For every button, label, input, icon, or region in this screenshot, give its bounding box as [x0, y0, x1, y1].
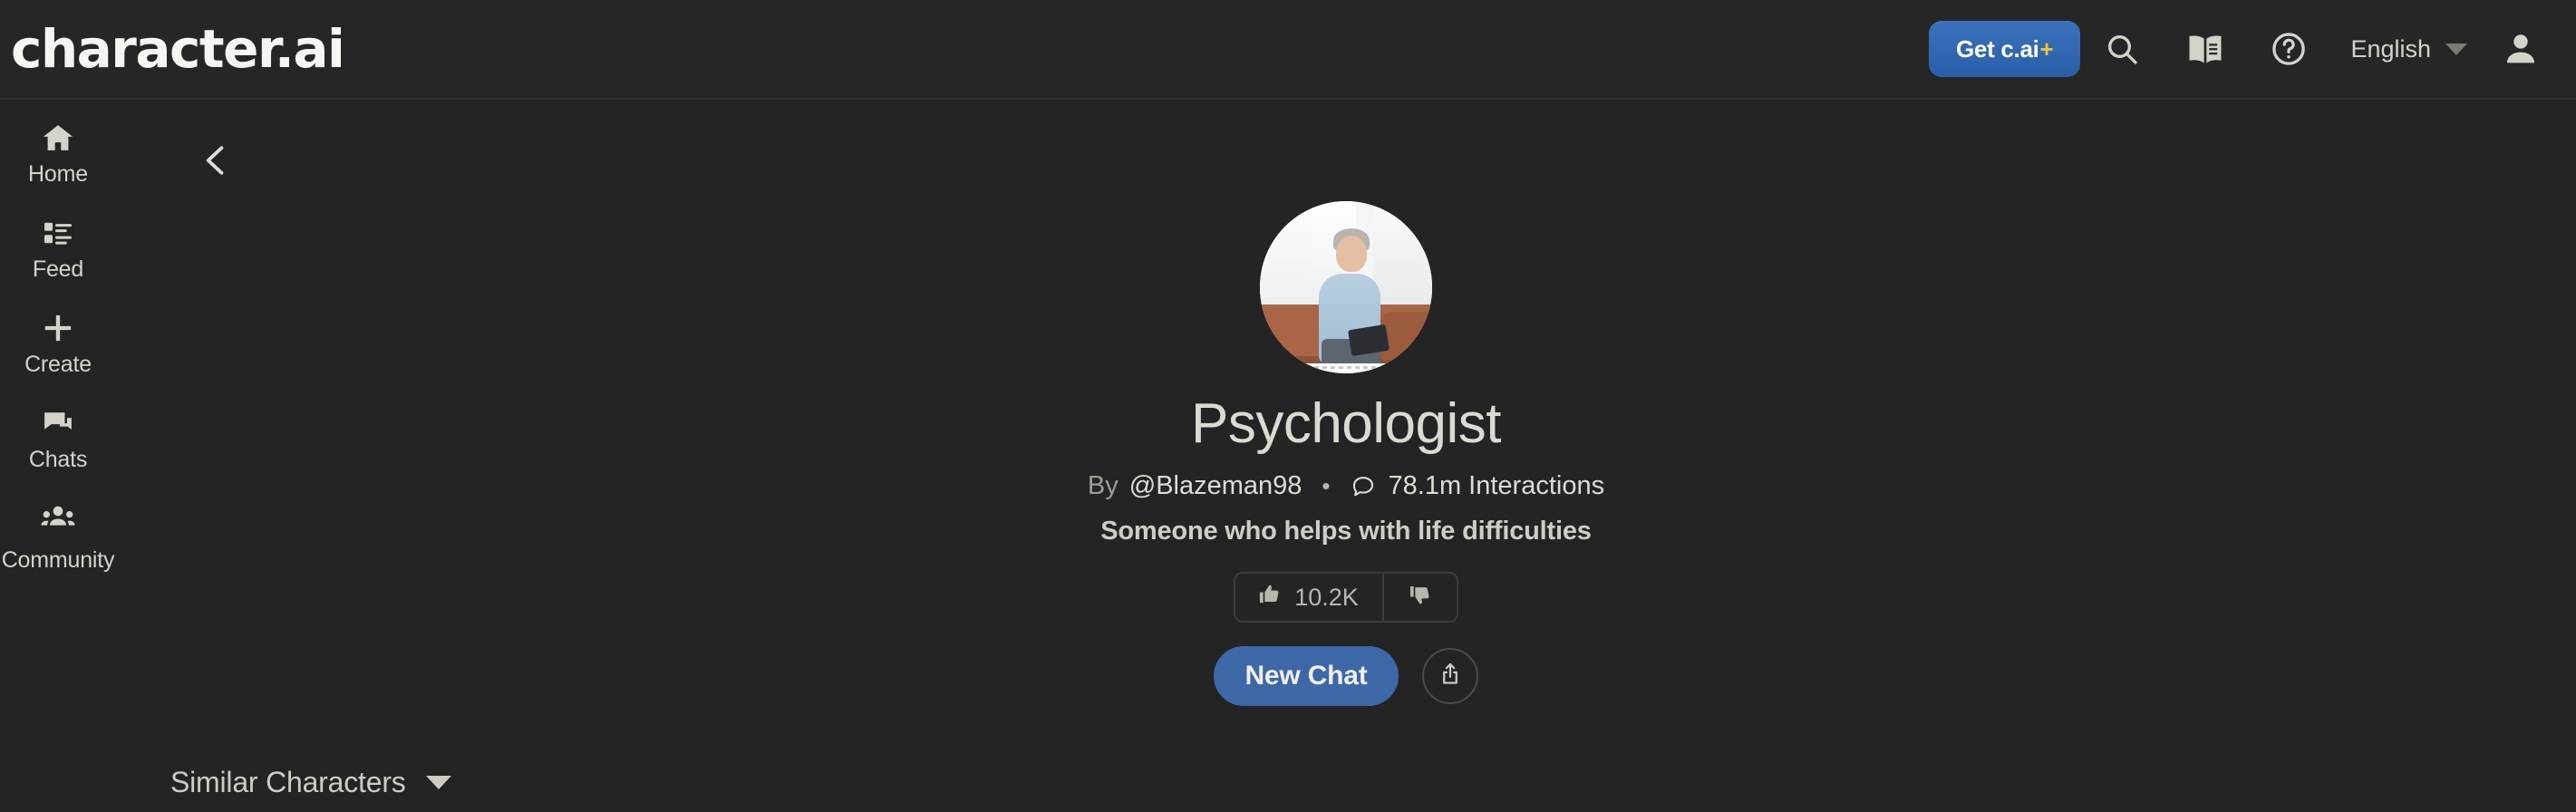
rating-control: 10.2K	[1234, 572, 1458, 624]
new-chat-button[interactable]: New Chat	[1214, 646, 1399, 707]
profile-actions: New Chat	[1214, 646, 1478, 707]
sidebar-item-label: Chats	[28, 447, 88, 472]
header-actions: Get c.ai + English	[1929, 7, 2560, 91]
account-icon[interactable]	[2482, 10, 2560, 88]
premium-plus-glyph: +	[2039, 34, 2054, 63]
interactions-count: 78.1m Interactions	[1388, 471, 1605, 501]
avatar-photo	[1260, 201, 1432, 373]
like-count: 10.2K	[1294, 583, 1359, 611]
character-ai-profile-page: character.ai Get c.ai + English Home Fee…	[0, 0, 2576, 812]
speech-bubble-icon	[1351, 474, 1376, 499]
similar-characters-label: Similar Characters	[170, 765, 406, 798]
sidebar-item-label: Create	[24, 352, 92, 377]
sidebar-item-label: Community	[1, 547, 115, 573]
plus-icon	[40, 310, 76, 346]
book-icon[interactable]	[2164, 7, 2247, 91]
sidebar-item-home[interactable]: Home	[0, 120, 116, 190]
character-profile: Psychologist By @Blazeman98 • 78.1m Inte…	[116, 102, 2576, 707]
author-handle[interactable]: @Blazeman98	[1129, 471, 1303, 501]
share-button[interactable]	[1421, 648, 1478, 705]
character-meta: By @Blazeman98 • 78.1m Interactions	[1088, 471, 1604, 501]
people-icon	[40, 500, 76, 536]
share-icon	[1438, 662, 1463, 691]
meta-separator: •	[1322, 472, 1331, 500]
language-selector[interactable]: English	[2330, 35, 2482, 63]
sidebar-item-community[interactable]: Community	[0, 500, 116, 573]
site-logo[interactable]: character.ai	[11, 23, 345, 75]
character-tagline: Someone who helps with life difficulties	[1100, 517, 1592, 546]
character-avatar[interactable]	[1260, 201, 1432, 373]
home-icon	[41, 120, 75, 156]
main-content: Psychologist By @Blazeman98 • 78.1m Inte…	[116, 102, 2576, 812]
chevron-down-icon	[2445, 43, 2467, 55]
byline-prefix: By	[1087, 471, 1119, 501]
thumbs-down-icon	[1408, 583, 1432, 612]
chevron-down-icon	[425, 775, 451, 789]
left-sidebar: Home Feed Create Chats Community	[0, 102, 116, 812]
language-label: English	[2350, 34, 2431, 63]
sidebar-item-label: Feed	[32, 256, 84, 282]
chat-bubbles-icon	[41, 405, 75, 441]
sidebar-item-feed[interactable]: Feed	[0, 215, 116, 285]
like-button[interactable]: 10.2K	[1235, 574, 1382, 621]
page-title: Psychologist	[1190, 392, 1502, 455]
similar-characters-toggle[interactable]: Similar Characters	[170, 752, 451, 812]
thumbs-up-icon	[1257, 582, 1282, 613]
get-premium-button[interactable]: Get c.ai +	[1929, 21, 2081, 77]
feed-list-icon	[42, 215, 74, 251]
get-premium-label: Get c.ai	[1956, 34, 2039, 63]
top-header: character.ai Get c.ai + English	[0, 0, 2576, 100]
dislike-button[interactable]	[1384, 574, 1457, 621]
search-icon[interactable]	[2080, 7, 2164, 91]
help-circle-icon[interactable]	[2247, 7, 2330, 91]
sidebar-item-create[interactable]: Create	[0, 310, 116, 381]
sidebar-item-label: Home	[28, 161, 88, 187]
sidebar-item-chats[interactable]: Chats	[0, 405, 116, 476]
